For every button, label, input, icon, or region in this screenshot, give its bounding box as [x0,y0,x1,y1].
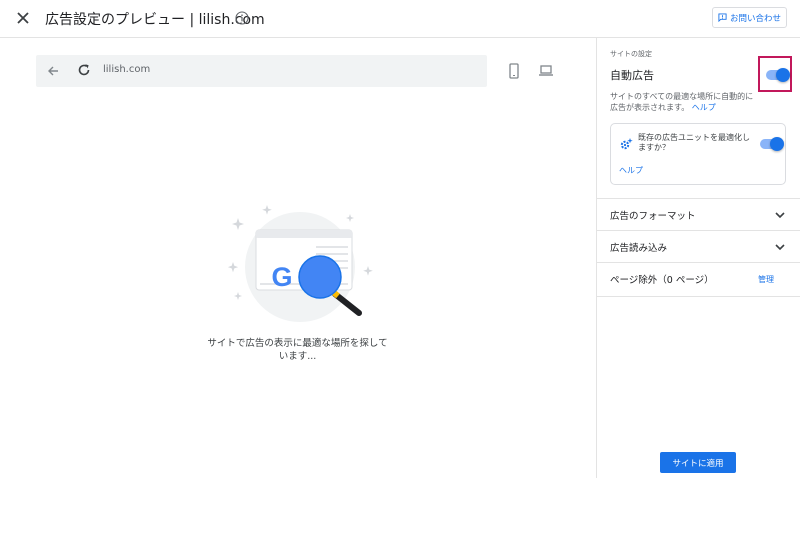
gear-sparkle-icon [620,138,633,150]
auto-ads-description-text: サイトのすべての最適な場所に自動的に広告が表示されます。 [610,92,754,112]
close-icon[interactable] [14,9,32,27]
manage-link[interactable]: 管理 [758,274,774,285]
url-text: lilish.com [103,64,151,75]
search-illustration: G [227,205,373,322]
optimize-existing-toggle[interactable] [760,137,784,151]
feedback-icon [718,13,727,22]
section-label: サイトの設定 [610,50,652,58]
auto-ads-toggle[interactable] [766,68,790,82]
loading-message: サイトで広告の表示に最適な場所を探しています... [207,338,388,362]
contact-button[interactable]: お問い合わせ [712,7,787,28]
desktop-device-icon[interactable] [538,64,554,77]
auto-ads-description: サイトのすべての最適な場所に自動的に広告が表示されます。 ヘルプ [610,91,760,113]
optimize-existing-text: 既存の広告ユニットを最適化しますか？ [638,133,750,152]
contact-button-label: お問い合わせ [729,13,781,24]
page-title: 広告設定のプレビュー | lilish.com [45,12,265,28]
auto-ads-help-link[interactable]: ヘルプ [692,103,716,112]
ad-loading-label: 広告読み込み [610,243,668,254]
page-exclusions-row: ページ除外（0 ページ） 管理 [597,262,800,297]
google-g-logo: G [271,262,292,292]
reload-icon[interactable] [77,63,91,77]
mobile-device-icon[interactable] [508,63,520,79]
auto-ads-title: 自動広告 [610,69,654,82]
chevron-down-icon [775,212,785,219]
top-bar: 広告設定のプレビュー | lilish.com お問い合わせ [0,0,800,38]
info-icon[interactable] [235,11,249,25]
ad-loading-row[interactable]: 広告読み込み [597,230,800,263]
back-arrow-icon[interactable] [46,64,60,78]
ad-formats-label: 広告のフォーマット [610,211,696,222]
ad-formats-row[interactable]: 広告のフォーマット [597,198,800,231]
optimize-help-link[interactable]: ヘルプ [619,165,643,176]
page-exclusions-label: ページ除外（0 ページ） [610,275,714,286]
apply-to-site-button[interactable]: サイトに適用 [660,452,736,473]
chevron-down-icon [775,244,785,251]
